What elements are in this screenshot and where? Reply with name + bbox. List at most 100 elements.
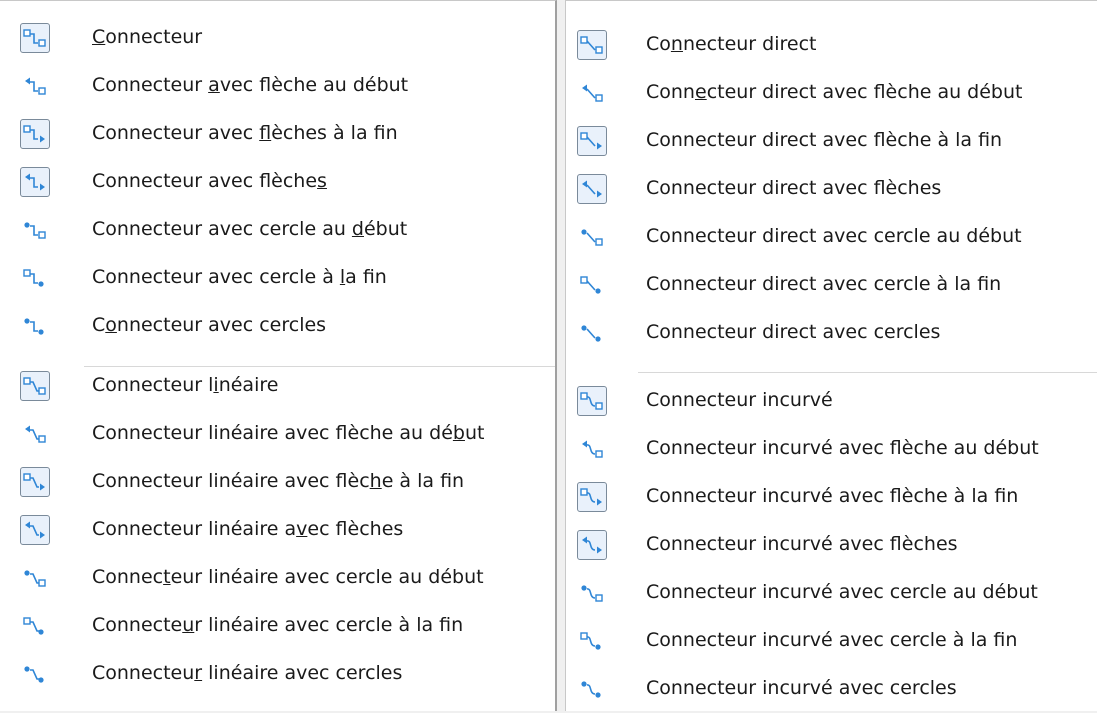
label-text: Connecteur incurvé avec cercles xyxy=(646,677,957,699)
label-text: onnecteur xyxy=(105,26,203,48)
access-key: t xyxy=(163,566,171,588)
menu-item-label: Connecteur incurvé xyxy=(646,388,833,412)
menu-item-line-connector-circles[interactable]: Connecteur linéaire avec cercles xyxy=(0,650,555,698)
menu-item-connector[interactable]: Connecteur xyxy=(0,14,555,62)
label-text: Connecteur avec flèche xyxy=(92,170,318,192)
label-text: Connecteur incurvé avec flèches xyxy=(646,533,958,555)
label-text: necteur direct xyxy=(682,33,817,55)
label-text: r linéaire avec cercle à la fin xyxy=(194,614,464,636)
curved-connector-circle-start-icon xyxy=(577,578,607,608)
menu-item-label: Connecteur incurvé avec flèche à la fin xyxy=(646,484,1018,508)
menu-item-line-connector-arrow-start[interactable]: Connecteur linéaire avec flèche au début xyxy=(0,410,555,458)
menu-item-straight-connector-arrow-end[interactable]: Connecteur direct avec flèche à la fin xyxy=(566,117,1097,165)
straight-connector-circle-start-icon xyxy=(577,222,607,252)
access-key: u xyxy=(182,614,195,636)
access-key: a xyxy=(208,74,220,96)
connector-arrows-icon xyxy=(20,167,50,197)
label-text: Connecteur direct avec cercle au début xyxy=(646,225,1022,247)
access-key: o xyxy=(105,314,117,336)
connector-menu-right: Connecteur direct Connecteur direct avec … xyxy=(565,0,1097,711)
label-text: Connecteur direct avec cercles xyxy=(646,321,941,343)
label-text: Connecteur linéaire a xyxy=(92,518,297,540)
label-text: a fin xyxy=(345,266,387,288)
label-text: Connec xyxy=(92,566,164,588)
menu-item-curved-connector[interactable]: Connecteur incurvé xyxy=(566,377,1097,425)
access-key: n xyxy=(670,33,683,55)
label-text: cteur direct avec flèche au début xyxy=(706,81,1023,103)
menu-item-label: Connecteur avec cercle au début xyxy=(92,217,407,241)
label-text: Connecteur avec xyxy=(92,122,260,144)
menu-item-label: Connecteur direct avec flèches xyxy=(646,176,941,200)
menu-item-line-connector-arrows[interactable]: Connecteur linéaire avec flèches xyxy=(0,506,555,554)
label-text: vec flèche au début xyxy=(219,74,409,96)
menu-item-curved-connector-circle-start[interactable]: Connecteur incurvé avec cercle au début xyxy=(566,569,1097,617)
menu-item-line-connector[interactable]: Connecteur linéaire xyxy=(0,362,555,410)
line-connector-circles-icon xyxy=(20,659,50,689)
menu-item-label: Connecteur direct avec cercles xyxy=(646,320,940,344)
label-text: Connecteur linéaire avec flèche au dé xyxy=(92,422,453,444)
menu-item-label: Connecteur incurvé avec cercle au début xyxy=(646,580,1038,604)
label-text: Connecteur l xyxy=(92,374,214,396)
menu-item-straight-connector-circles[interactable]: Connecteur direct avec cercles xyxy=(566,309,1097,357)
menu-item-straight-connector-arrows[interactable]: Connecteur direct avec flèches xyxy=(566,165,1097,213)
menu-item-label: Connecteur linéaire avec cercle au début xyxy=(92,565,484,589)
menu-item-curved-connector-circle-end[interactable]: Connecteur incurvé avec cercle à la fin xyxy=(566,617,1097,665)
menu-item-label: Connecteur direct avec flèche à la fin xyxy=(646,128,1002,152)
menu-separator xyxy=(638,372,1097,373)
menu-item-connector-circle-start[interactable]: Connecteur avec cercle au début xyxy=(0,206,555,254)
menu-item-curved-connector-arrows[interactable]: Connecteur incurvé avec flèches xyxy=(566,521,1097,569)
menu-item-label: Connecteur avec cercle à la fin xyxy=(92,265,387,289)
menu-item-connector-arrow-start[interactable]: Connecteur avec flèche au début xyxy=(0,62,555,110)
menu-item-straight-connector[interactable]: Connecteur direct xyxy=(566,21,1097,69)
label-text: ébut xyxy=(363,218,408,240)
menu-item-label: Connecteur linéaire avec cercle à la fin xyxy=(92,613,463,637)
menu-item-curved-connector-arrow-end[interactable]: Connecteur incurvé avec flèche à la fin xyxy=(566,473,1097,521)
menu-item-label: Connecteur linéaire avec cercles xyxy=(92,661,402,685)
curved-connector-arrows-icon xyxy=(577,530,607,560)
line-connector-arrow-end-icon xyxy=(20,467,50,497)
connector-circle-end-icon xyxy=(20,263,50,293)
menu-item-curved-connector-circles[interactable]: Connecteur incurvé avec cercles xyxy=(566,665,1097,713)
curved-connector-circle-end-icon xyxy=(577,626,607,656)
label-text: nnecteur avec cercles xyxy=(116,314,327,336)
menu-item-connector-circle-end[interactable]: Connecteur avec cercle à la fin xyxy=(0,254,555,302)
line-connector-arrows-icon xyxy=(20,515,50,545)
label-text: linéaire avec cercles xyxy=(202,662,403,684)
menu-item-label: Connecteur linéaire avec flèche à la fin xyxy=(92,469,464,493)
menu-item-label: Connecteur incurvé avec cercles xyxy=(646,676,957,700)
connector-circles-icon xyxy=(20,311,50,341)
label-text: ut xyxy=(464,422,485,444)
label-text: ec flèches xyxy=(307,518,404,540)
menu-item-label: Connecteur linéaire avec flèches xyxy=(92,517,403,541)
curved-connector-arrow-start-icon xyxy=(577,434,607,464)
menu-item-connector-circles[interactable]: Connecteur avec cercles xyxy=(0,302,555,350)
menu-item-connector-arrows[interactable]: Connecteur avec flèches xyxy=(0,158,555,206)
menu-item-straight-connector-circle-start[interactable]: Connecteur direct avec cercle au début xyxy=(566,213,1097,261)
menu-separator xyxy=(84,366,555,367)
access-key: h xyxy=(369,470,382,492)
menu-item-label: Connecteur incurvé avec flèches xyxy=(646,532,958,556)
menu-item-line-connector-circle-start[interactable]: Connecteur linéaire avec cercle au début xyxy=(0,554,555,602)
menu-item-label: Connecteur linéaire avec flèche au début xyxy=(92,421,484,445)
straight-connector-icon xyxy=(577,30,607,60)
label-text: Connecteur direct avec flèche à la fin xyxy=(646,129,1003,151)
straight-connector-circles-icon xyxy=(577,318,607,348)
label-text: Connecteur incurvé avec flèche au début xyxy=(646,437,1039,459)
connector-arrow-start-icon xyxy=(20,71,50,101)
menu-item-label: Connecteur avec cercles xyxy=(92,313,326,337)
menu-item-line-connector-arrow-end[interactable]: Connecteur linéaire avec flèche à la fin xyxy=(0,458,555,506)
connector-menu-left: Connecteur Connecteur avec flèche au débu… xyxy=(0,0,557,711)
curved-connector-icon xyxy=(577,386,607,416)
menu-item-straight-connector-circle-end[interactable]: Connecteur direct avec cercle à la fin xyxy=(566,261,1097,309)
access-key: b xyxy=(452,422,465,444)
label-text: Connecteur incurvé avec cercle à la fin xyxy=(646,629,1018,651)
menu-item-line-connector-circle-end[interactable]: Connecteur linéaire avec cercle à la fin xyxy=(0,602,555,650)
menu-item-curved-connector-arrow-start[interactable]: Connecteur incurvé avec flèche au début xyxy=(566,425,1097,473)
connector-arrow-end-icon xyxy=(20,119,50,149)
menu-item-straight-connector-arrow-start[interactable]: Connecteur direct avec flèche au début xyxy=(566,69,1097,117)
menu-item-connector-arrow-end[interactable]: Connecteur avec flèches à la fin xyxy=(0,110,555,158)
menu-item-label: Connecteur direct avec flèche au début xyxy=(646,80,1023,104)
curved-connector-circles-icon xyxy=(577,674,607,704)
straight-connector-arrow-start-icon xyxy=(577,78,607,108)
line-connector-circle-end-icon xyxy=(20,611,50,641)
